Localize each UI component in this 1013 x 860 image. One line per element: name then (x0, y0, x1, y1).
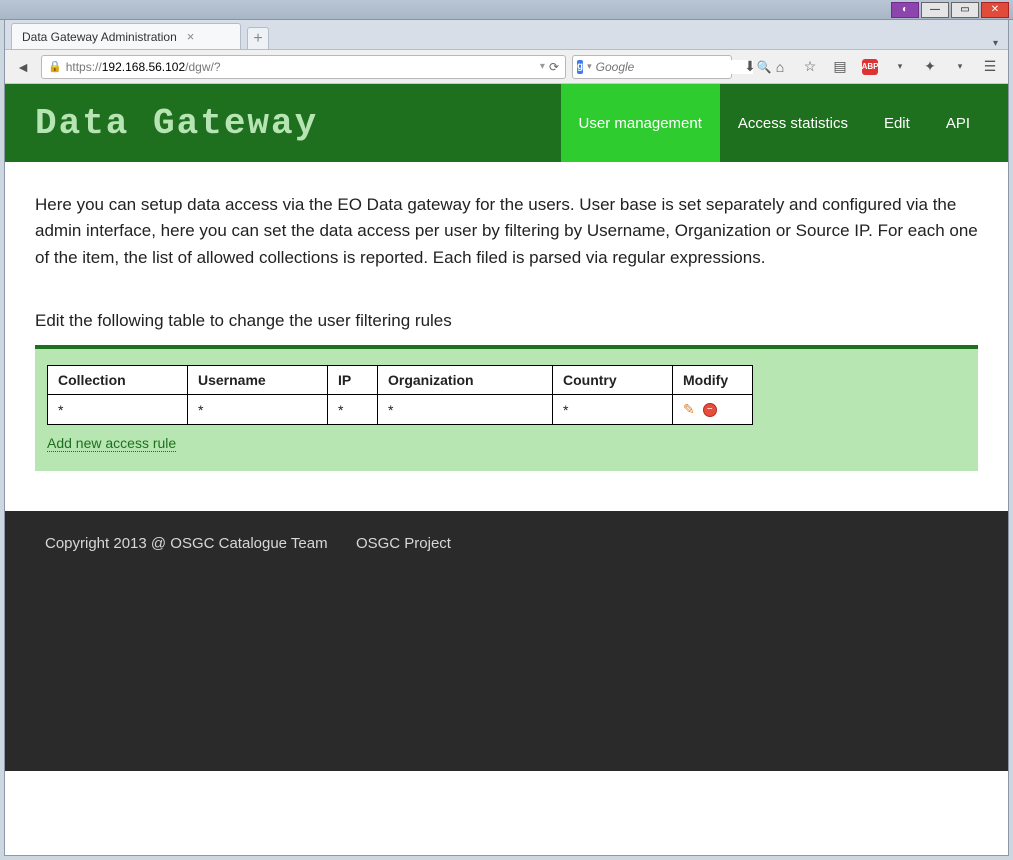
tab-strip: Data Gateway Administration × + ▾ (5, 20, 1008, 50)
footer-copyright: Copyright 2013 @ OSGC Catalogue Team (45, 535, 328, 552)
adblock-icon: ABP (862, 59, 878, 75)
reading-list-button[interactable]: ▤ (828, 55, 852, 79)
search-input[interactable] (596, 60, 753, 74)
addon-dropdown[interactable]: ▾ (948, 55, 972, 79)
url-text: https://192.168.56.102/dgw/? (66, 60, 536, 74)
footer-project: OSGC Project (356, 535, 451, 552)
main-content: Here you can setup data access via the E… (5, 162, 1008, 511)
adblock-dropdown[interactable]: ▾ (888, 55, 912, 79)
bookmark-star-button[interactable]: ☆ (798, 55, 822, 79)
url-host: 192.168.56.102 (102, 60, 185, 74)
browser-toolbar: ◄ 🔒 https://192.168.56.102/dgw/? ▾ ⟳ g ▾… (5, 50, 1008, 84)
site-footer: Copyright 2013 @ OSGC Catalogue Team OSG… (5, 511, 1008, 771)
cell-collection: * (48, 395, 188, 425)
main-nav: User management Access statistics Edit A… (561, 84, 988, 162)
url-scheme: https:// (66, 60, 102, 74)
back-button[interactable]: ◄ (11, 55, 35, 79)
table-caption: Edit the following table to change the u… (35, 311, 978, 331)
col-username: Username (188, 366, 328, 395)
new-tab-button[interactable]: + (247, 27, 269, 49)
col-ip: IP (328, 366, 378, 395)
close-button[interactable]: ✕ (981, 2, 1009, 18)
url-box[interactable]: 🔒 https://192.168.56.102/dgw/? ▾ ⟳ (41, 55, 566, 79)
col-modify: Modify (673, 366, 753, 395)
nav-user-management[interactable]: User management (561, 84, 720, 162)
add-rule-link[interactable]: Add new access rule (47, 435, 176, 452)
col-collection: Collection (48, 366, 188, 395)
lock-icon: 🔒 (48, 60, 62, 73)
menu-button[interactable]: ☰ (978, 55, 1002, 79)
downloads-button[interactable]: ⬇ (738, 55, 762, 79)
table-row: * * * * * ✎ − (48, 395, 753, 425)
delete-icon[interactable]: − (703, 403, 717, 417)
nav-access-statistics[interactable]: Access statistics (720, 84, 866, 162)
site-header: Data Gateway User management Access stat… (5, 84, 1008, 162)
brand-title: Data Gateway (35, 103, 318, 144)
cell-country: * (553, 395, 673, 425)
tab-title: Data Gateway Administration (22, 30, 177, 44)
pencil-icon[interactable]: ✎ (683, 401, 695, 417)
cell-ip: * (328, 395, 378, 425)
browser-frame: Data Gateway Administration × + ▾ ◄ 🔒 ht… (4, 20, 1009, 856)
col-country: Country (553, 366, 673, 395)
search-dropdown-icon[interactable]: ▾ (587, 61, 592, 72)
nav-edit[interactable]: Edit (866, 84, 928, 162)
cell-username: * (188, 395, 328, 425)
adblock-button[interactable]: ABP (858, 55, 882, 79)
url-dropdown-icon[interactable]: ▾ (540, 61, 545, 72)
window-titlebar: ◐ — ▭ ✕ (0, 0, 1013, 20)
browser-tab[interactable]: Data Gateway Administration × (11, 23, 241, 49)
search-box[interactable]: g ▾ 🔍 (572, 55, 732, 79)
rules-table: Collection Username IP Organization Coun… (47, 365, 753, 425)
rules-panel: Collection Username IP Organization Coun… (35, 345, 978, 471)
addon-button[interactable]: ✦ (918, 55, 942, 79)
intro-text: Here you can setup data access via the E… (35, 192, 978, 271)
cell-organization: * (378, 395, 553, 425)
reload-icon[interactable]: ⟳ (549, 60, 559, 74)
page-content: Data Gateway User management Access stat… (5, 84, 1008, 855)
nav-api[interactable]: API (928, 84, 988, 162)
home-button[interactable]: ⌂ (768, 55, 792, 79)
google-icon: g (577, 60, 583, 74)
tab-close-icon[interactable]: × (187, 29, 195, 44)
table-header-row: Collection Username IP Organization Coun… (48, 366, 753, 395)
tabs-dropdown-icon[interactable]: ▾ (993, 38, 998, 49)
maximize-button[interactable]: ▭ (951, 2, 979, 18)
minimize-button[interactable]: — (921, 2, 949, 18)
cell-modify: ✎ − (673, 395, 753, 425)
url-path: /dgw/? (185, 60, 220, 74)
col-organization: Organization (378, 366, 553, 395)
mask-button[interactable]: ◐ (891, 2, 919, 18)
